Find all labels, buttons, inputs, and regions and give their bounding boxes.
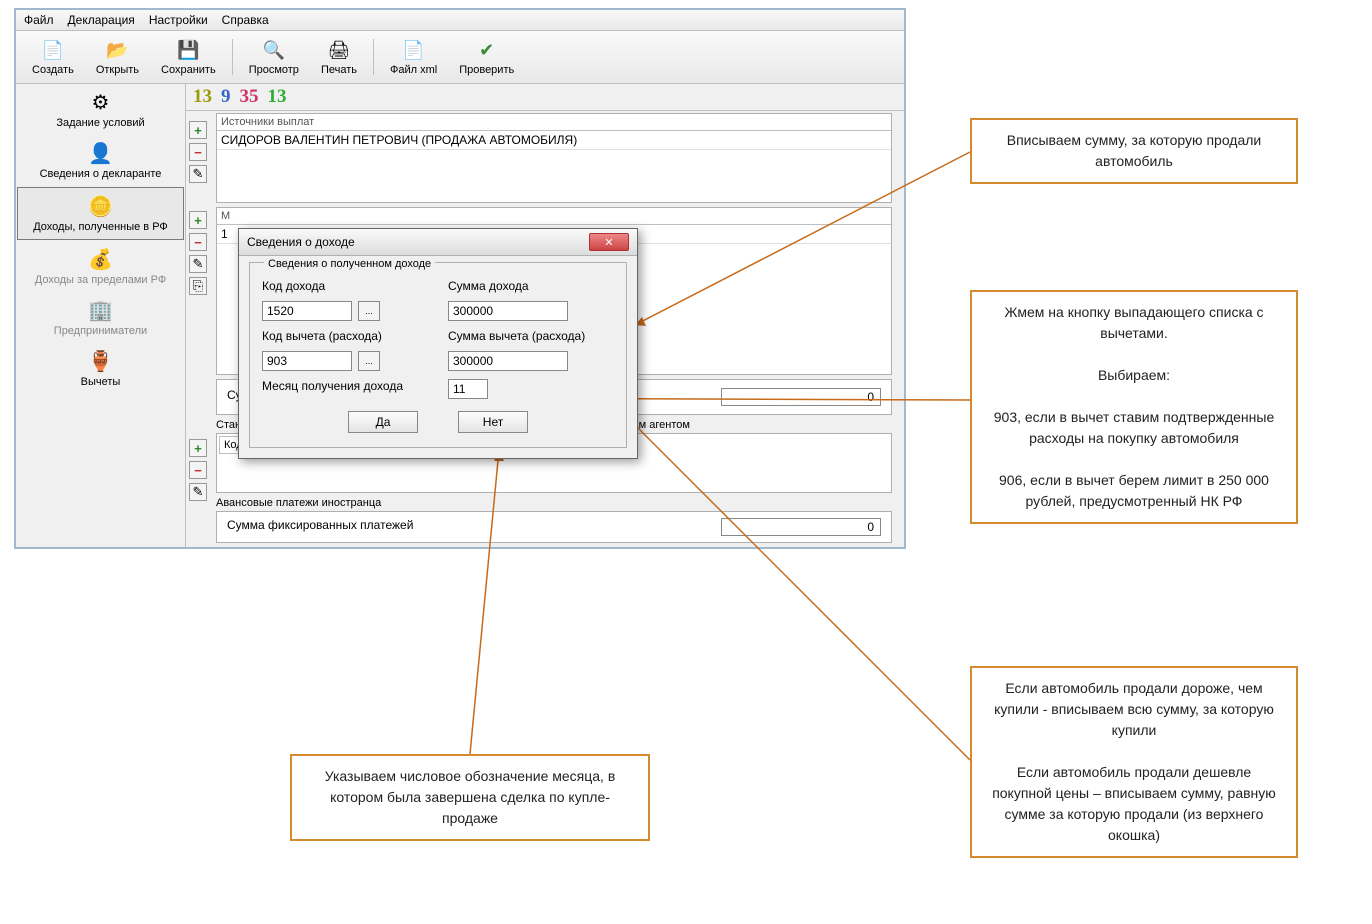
month-input[interactable] bbox=[448, 379, 488, 399]
toolbar: 📄Создать 📂Открыть 💾Сохранить 🔍Просмотр 🖨… bbox=[16, 31, 904, 84]
advance-panel: Авансовые платежи иностранца Сумма фикси… bbox=[188, 497, 898, 543]
folder-open-icon: 📂 bbox=[105, 38, 129, 62]
advance-label: Сумма фиксированных платежей bbox=[227, 518, 413, 536]
sidebar-item-deductions[interactable]: 🏺Вычеты bbox=[16, 343, 185, 394]
dialog-no-button[interactable]: Нет bbox=[458, 411, 528, 433]
file-xml-button[interactable]: 📄Файл xml bbox=[380, 35, 447, 79]
income-code-picker-button[interactable]: ... bbox=[358, 301, 380, 321]
sources-header: Источники выплат bbox=[217, 114, 891, 131]
sidebar-item-conditions[interactable]: ⚙Задание условий bbox=[16, 84, 185, 135]
conditions-icon: ⚙ bbox=[85, 90, 117, 114]
dialog-close-button[interactable]: ✕ bbox=[589, 233, 629, 251]
advance-title: Авансовые платежи иностранца bbox=[216, 497, 898, 509]
check-icon: ✔ bbox=[475, 38, 499, 62]
check-button[interactable]: ✔Проверить bbox=[449, 35, 524, 79]
print-button[interactable]: 🖨Печать bbox=[311, 35, 367, 79]
ded-code-picker-button[interactable]: ... bbox=[358, 351, 380, 371]
menubar: Файл Декларация Настройки Справка bbox=[16, 10, 904, 31]
open-button[interactable]: 📂Открыть bbox=[86, 35, 149, 79]
magnifier-icon: 🔍 bbox=[262, 38, 286, 62]
income-dialog: Сведения о доходе ✕ Сведения о полученно… bbox=[238, 228, 638, 459]
income-code-input[interactable] bbox=[262, 301, 352, 321]
source-edit-button[interactable]: ✎ bbox=[189, 165, 207, 183]
advance-input[interactable] bbox=[721, 518, 881, 536]
vase-icon: 🏺 bbox=[85, 349, 117, 373]
sidebar-item-income-abroad[interactable]: 💰Доходы за пределами РФ bbox=[16, 241, 185, 292]
dialog-titlebar: Сведения о доходе ✕ bbox=[239, 229, 637, 256]
dialog-title-text: Сведения о доходе bbox=[247, 235, 355, 249]
rate-tab-13[interactable]: 13 bbox=[190, 86, 215, 108]
ded-code-label: Код вычета (расхода) bbox=[262, 329, 428, 343]
rate-tab-35[interactable]: 35 bbox=[237, 86, 262, 108]
annotation-ded-picker: Жмем на кнопку выпадающего списка с выче… bbox=[970, 290, 1298, 524]
tax-withheld-input[interactable] bbox=[721, 388, 881, 406]
declarant-icon: 👤 bbox=[85, 141, 117, 165]
monthly-add-button[interactable]: + bbox=[189, 211, 207, 229]
ded-code-input[interactable] bbox=[262, 351, 352, 371]
agent-ded-add-button[interactable]: + bbox=[189, 439, 207, 457]
save-button[interactable]: 💾Сохранить bbox=[151, 35, 226, 79]
ded-sum-label: Сумма вычета (расхода) bbox=[448, 329, 614, 343]
income-sum-input[interactable] bbox=[448, 301, 568, 321]
preview-button[interactable]: 🔍Просмотр bbox=[239, 35, 309, 79]
monthly-remove-button[interactable]: − bbox=[189, 233, 207, 251]
rate-tab-13b[interactable]: 13 bbox=[265, 86, 290, 108]
dialog-group-title: Сведения о полученном доходе bbox=[264, 258, 435, 270]
menu-settings[interactable]: Настройки bbox=[149, 13, 208, 27]
agent-ded-remove-button[interactable]: − bbox=[189, 461, 207, 479]
moneybag-icon: 💰 bbox=[85, 247, 117, 271]
month-label: Месяц получения дохода bbox=[262, 379, 428, 399]
rate-tab-9[interactable]: 9 bbox=[218, 86, 234, 108]
annotation-income-sum: Вписываем сумму, за которую продали авто… bbox=[970, 118, 1298, 184]
dialog-yes-button[interactable]: Да bbox=[348, 411, 418, 433]
sources-panel: + − ✎ Источники выплат СИДОРОВ ВАЛЕНТИН … bbox=[188, 113, 898, 203]
create-button[interactable]: 📄Создать bbox=[22, 35, 84, 79]
document-new-icon: 📄 bbox=[41, 38, 65, 62]
income-code-label: Код дохода bbox=[262, 279, 428, 293]
annotation-ded-sum: Если автомобиль продали дороже, чем купи… bbox=[970, 666, 1298, 858]
monthly-edit-button[interactable]: ✎ bbox=[189, 255, 207, 273]
annotation-month: Указываем числовое обозначение месяца, в… bbox=[290, 754, 650, 841]
source-add-button[interactable]: + bbox=[189, 121, 207, 139]
source-remove-button[interactable]: − bbox=[189, 143, 207, 161]
menu-declaration[interactable]: Декларация bbox=[68, 13, 135, 27]
sidebar-item-declarant[interactable]: 👤Сведения о декларанте bbox=[16, 135, 185, 186]
xml-file-icon: 📄 bbox=[402, 38, 426, 62]
rate-tabs: 13 9 35 13 bbox=[186, 84, 904, 111]
sidebar-item-income-rf[interactable]: 🪙Доходы, полученные в РФ bbox=[17, 187, 184, 240]
income-sum-label: Сумма дохода bbox=[448, 279, 614, 293]
coins-icon: 🪙 bbox=[85, 194, 117, 218]
building-icon: 🏢 bbox=[85, 298, 117, 322]
menu-file[interactable]: Файл bbox=[24, 13, 54, 27]
ded-sum-input[interactable] bbox=[448, 351, 568, 371]
monthly-copy-button[interactable]: ⎘ bbox=[189, 277, 207, 295]
sidebar: ⚙Задание условий 👤Сведения о декларанте … bbox=[16, 84, 186, 547]
source-row[interactable]: СИДОРОВ ВАЛЕНТИН ПЕТРОВИЧ (ПРОДАЖА АВТОМ… bbox=[217, 131, 891, 150]
sidebar-item-entrepreneurs[interactable]: 🏢Предприниматели bbox=[16, 292, 185, 343]
printer-icon: 🖨 bbox=[327, 38, 351, 62]
disk-icon: 💾 bbox=[176, 38, 200, 62]
menu-help[interactable]: Справка bbox=[222, 13, 269, 27]
monthly-header: М bbox=[217, 208, 891, 225]
